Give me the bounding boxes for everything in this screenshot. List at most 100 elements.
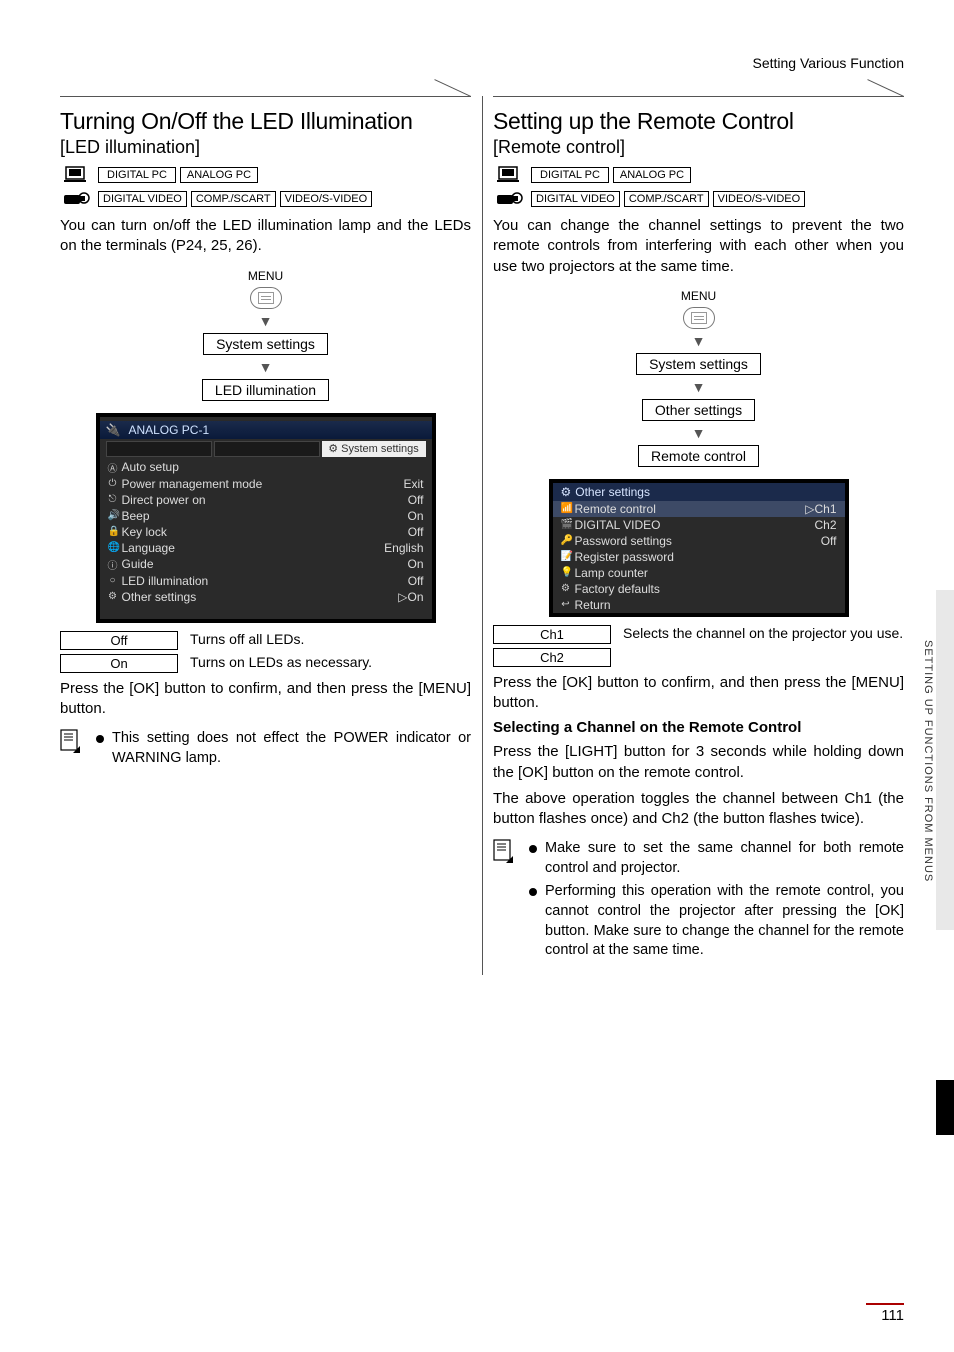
osd-row: ⚙ Factory defaults: [553, 581, 845, 597]
row-value: English: [384, 541, 423, 555]
row-label: Beep: [122, 509, 150, 523]
row-label: Factory defaults: [575, 582, 660, 596]
row-label: Key lock: [122, 525, 167, 539]
osd-title-text: Other settings: [575, 485, 650, 499]
osd-tab: [214, 441, 320, 457]
source-box: COMP./SCART: [191, 191, 276, 207]
row-label: Direct power on: [122, 493, 206, 507]
row-label: Other settings: [122, 590, 197, 604]
note-text: This setting does not effect the POWER i…: [112, 729, 471, 768]
computer-icon: [60, 164, 94, 186]
flow-step: System settings: [636, 353, 761, 375]
row-label: Remote control: [575, 502, 656, 516]
row-icon: ⚙: [108, 591, 118, 602]
osd-rows: 📶Remote control▷Ch1🎬DIGITAL VIDEOCh2🔑Pas…: [553, 501, 845, 613]
osd-row: ↩ Return: [553, 597, 845, 613]
row-label: Password settings: [575, 534, 672, 548]
menu-button-icon: [250, 287, 282, 309]
paragraph: Press the [LIGHT] button for 3 seconds w…: [493, 742, 904, 783]
sources-row-2: DIGITAL VIDEO COMP./SCART VIDEO/S-VIDEO: [60, 188, 471, 210]
row-value: Off: [821, 534, 837, 548]
row-label: Register password: [575, 550, 674, 564]
osd-row: ⚙Other settings▷On: [100, 589, 432, 605]
menu-flow: MENU ▼ System settings ▼ Other settings …: [493, 289, 904, 467]
flow-step: Remote control: [638, 445, 759, 467]
row-icon: 🔑: [561, 535, 571, 546]
menu-flow: MENU ▼ System settings ▼ LED illuminatio…: [60, 269, 471, 401]
video-camera-icon: [493, 188, 527, 210]
source-box: COMP./SCART: [624, 191, 709, 207]
left-title: Turning On/Off the LED Illumination: [60, 108, 471, 135]
sources-row-1: DIGITAL PC ANALOG PC: [60, 164, 471, 186]
press-ok-text: Press the [OK] button to confirm, and th…: [60, 679, 471, 720]
subheading: Selecting a Channel on the Remote Contro…: [493, 719, 904, 736]
corner-slash: [431, 96, 471, 126]
source-box: DIGITAL PC: [531, 167, 609, 183]
section-rule: [60, 96, 471, 97]
osd-row: 🔊 Beep On: [100, 508, 432, 524]
row-label: LED illumination: [122, 574, 209, 588]
row-icon: 💡: [561, 567, 571, 578]
computer-icon: [493, 164, 527, 186]
osd-row: 🌐LanguageEnglish: [100, 540, 432, 556]
osd-row: 💡 Lamp counter: [553, 565, 845, 581]
flow-label-menu: MENU: [248, 269, 283, 283]
row-value: On: [407, 557, 423, 571]
option-label-box: Ch2: [493, 648, 611, 667]
option-row: OnTurns on LEDs as necessary.: [60, 654, 471, 673]
row-icon: ⓘ: [108, 557, 118, 572]
osd-row: Ⓐ Auto setup: [100, 459, 432, 476]
bullet-icon: [96, 735, 104, 743]
row-value: Off: [408, 525, 424, 539]
option-label-box: Ch1: [493, 625, 611, 644]
row-icon: 🎬: [561, 519, 571, 530]
row-icon: 🔊: [108, 510, 118, 521]
option-desc: Turns off all LEDs.: [190, 631, 471, 647]
bullet-icon: [529, 845, 537, 853]
paragraph: The above operation toggles the channel …: [493, 789, 904, 830]
osd-row: ⓘGuideOn: [100, 556, 432, 573]
row-label: DIGITAL VIDEO: [575, 518, 661, 532]
row-value: Off: [408, 574, 424, 588]
row-icon: ↩: [561, 599, 571, 610]
press-ok-text: Press the [OK] button to confirm, and th…: [493, 673, 904, 714]
flow-label-menu: MENU: [681, 289, 716, 303]
row-icon: ○: [108, 575, 118, 586]
page-number: 111: [866, 1303, 904, 1324]
row-label: Return: [575, 598, 611, 612]
osd-row: 🔑 Password settings Off: [553, 533, 845, 549]
row-label: Lamp counter: [575, 566, 648, 580]
note-text: Performing this operation with the remot…: [545, 882, 904, 960]
row-value: On: [407, 509, 423, 523]
osd-screenshot: 🔌 ANALOG PC-1 ⚙System settings ⒶAuto set…: [96, 413, 436, 623]
sources-row-1: DIGITAL PC ANALOG PC: [493, 164, 904, 186]
source-box: DIGITAL PC: [98, 167, 176, 183]
column-divider: [482, 96, 483, 975]
osd-row: 🎬DIGITAL VIDEOCh2: [553, 517, 845, 533]
plug-icon: 🔌: [106, 423, 121, 437]
video-camera-icon: [60, 188, 94, 210]
flow-step: LED illumination: [202, 379, 329, 401]
option-row: OffTurns off all LEDs.: [60, 631, 471, 650]
wrench-icon: ⚙: [328, 442, 338, 455]
note-text: Make sure to set the same channel for bo…: [545, 839, 904, 878]
row-label: Language: [122, 541, 175, 555]
left-intro: You can turn on/off the LED illumination…: [60, 216, 471, 257]
down-arrow-icon: ▼: [692, 379, 706, 395]
osd-row: 📝 Register password: [553, 549, 845, 565]
osd-screenshot: ⚙ Other settings 📶Remote control▷Ch1 🎬 DIG…: [549, 479, 849, 617]
source-box: DIGITAL VIDEO: [531, 191, 620, 207]
flow-step: Other settings: [642, 399, 755, 421]
corner-slash: [864, 96, 904, 126]
osd-tab: [106, 441, 212, 457]
row-icon: Ⓐ: [108, 460, 118, 475]
source-box: DIGITAL VIDEO: [98, 191, 187, 207]
osd-tab-selected: ⚙System settings: [322, 441, 426, 457]
row-icon: 📝: [561, 551, 571, 562]
osd-row: ⎋Direct power onOff: [100, 492, 432, 508]
source-box: VIDEO/S-VIDEO: [280, 191, 373, 207]
osd-rows: ⒶAuto setup⏻Power management modeExit⎋Di…: [100, 459, 432, 605]
row-label: Auto setup: [122, 460, 179, 474]
osd-row: 📶Remote control▷Ch1: [553, 501, 845, 517]
row-icon: ⚙: [561, 583, 571, 594]
